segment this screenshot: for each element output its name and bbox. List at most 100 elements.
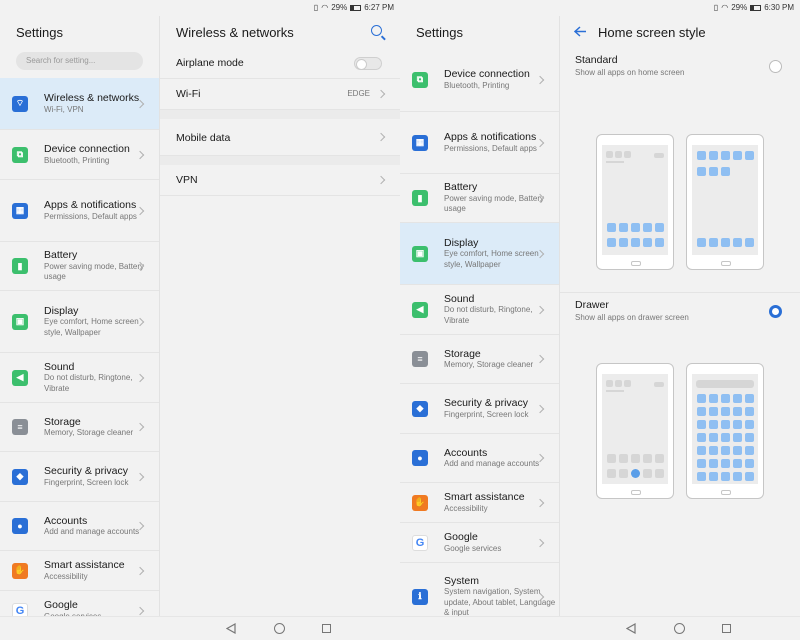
sidebar-item-wifi[interactable]: ⌔ Wireless & networks Wi-Fi, VPN <box>0 78 159 130</box>
search-input[interactable]: Search for setting... <box>16 52 143 70</box>
app-icon-placeholder <box>697 238 706 247</box>
left-screenshot: ▯ ◠ 29% 6:27 PM Settings Search for sett… <box>0 0 400 640</box>
sidebar-item-shield[interactable]: ◆ Security & privacy Fingerprint, Screen l… <box>0 452 159 502</box>
drawer-radio[interactable] <box>769 305 782 318</box>
app-icon-placeholder <box>697 420 706 429</box>
home-style-title: Home screen style <box>598 25 706 40</box>
status-bar: ▯ ◠ 29% 6:30 PM <box>400 0 800 16</box>
sidebar-item-accounts[interactable]: ● Accounts Add and manage accounts <box>400 434 559 483</box>
sidebar-item-label: Display <box>444 236 479 249</box>
search-icon[interactable] <box>371 25 382 36</box>
app-icon-placeholder <box>709 459 718 468</box>
sidebar-item-device-connection[interactable]: ⧉ Device connection Bluetooth, Printing <box>0 130 159 180</box>
drawer-title: Drawer <box>575 299 609 311</box>
sidebar-item-shield[interactable]: ◆ Security & privacy Fingerprint, Screen l… <box>400 384 559 434</box>
sidebar-item-google[interactable]: G Google Google services <box>0 591 159 616</box>
device-connection-icon: ⧉ <box>12 146 28 163</box>
sidebar-item-subtitle: Add and manage accounts <box>444 459 540 468</box>
sidebar-item-battery[interactable]: ▮ Battery Power saving mode, Battery usage <box>0 242 159 291</box>
app-icon-placeholder <box>745 472 754 481</box>
sidebar-item-display[interactable]: ▣ Display Eye comfort, Home screen style, … <box>400 223 559 285</box>
battery-status-icon <box>350 4 362 11</box>
widget-placeholder <box>624 151 631 158</box>
sound-icon: ◀ <box>412 301 428 318</box>
chevron-right-icon <box>376 89 386 99</box>
home-screen-style-pane: Home screen style Standard Show all apps… <box>560 16 800 616</box>
sidebar-item-apps[interactable]: ▦ Apps & notifications Permissions, Defaul… <box>0 180 159 242</box>
standard-radio[interactable] <box>769 60 782 73</box>
status-bar: ▯ ◠ 29% 6:27 PM <box>0 0 400 16</box>
app-icon-placeholder <box>721 151 730 160</box>
standard-subtitle: Show all apps on home screen <box>575 68 685 77</box>
app-icon-placeholder <box>697 459 706 468</box>
app-icon-placeholder <box>745 238 754 247</box>
app-icon-placeholder <box>631 223 640 232</box>
display-icon: ▣ <box>412 245 428 262</box>
sidebar-item-hand[interactable]: ✋ Smart assistance Accessibility <box>400 483 559 523</box>
app-icon-placeholder <box>733 394 742 403</box>
nav-back-icon[interactable] <box>226 623 236 634</box>
nav-recents-icon[interactable] <box>322 624 331 633</box>
wifi-label: Wi-Fi <box>176 88 201 100</box>
sidebar-item-sound[interactable]: ◀ Sound Do not disturb, Ringtone, Vibrate <box>0 353 159 403</box>
sidebar-item-storage[interactable]: ≡ Storage Memory, Storage cleaner <box>400 335 559 384</box>
sidebar-item-apps[interactable]: ▦ Apps & notifications Permissions, Defaul… <box>400 112 559 174</box>
sidebar-item-device-connection[interactable]: ⧉ Device connection Bluetooth, Printing <box>400 48 559 112</box>
sidebar-item-accounts[interactable]: ● Accounts Add and manage accounts <box>0 502 159 551</box>
sidebar-item-battery[interactable]: ▮ Battery Power saving mode, Battery usage <box>400 174 559 223</box>
widget-placeholder <box>655 469 664 478</box>
app-icon-placeholder <box>721 472 730 481</box>
settings-list: ⌔ Wireless & networks Wi-Fi, VPN ⧉ Device co… <box>0 78 159 616</box>
wifi-row[interactable]: Wi-Fi EDGE <box>160 79 400 110</box>
widget-placeholder <box>624 380 631 387</box>
nav-recents-icon[interactable] <box>722 624 731 633</box>
app-icon-placeholder <box>721 446 730 455</box>
back-arrow-icon[interactable] <box>574 26 587 37</box>
airplane-mode-row[interactable]: Airplane mode <box>160 48 400 79</box>
app-icon-placeholder <box>709 407 718 416</box>
sidebar-item-system[interactable]: ℹ System System navigation, System update,… <box>400 563 559 616</box>
app-icon-placeholder <box>619 223 628 232</box>
sidebar-item-label: Battery <box>44 249 78 262</box>
app-icon-placeholder <box>721 420 730 429</box>
standard-option[interactable]: Standard Show all apps on home screen <box>560 48 800 293</box>
sidebar-item-hand[interactable]: ✋ Smart assistance Accessibility <box>0 551 159 591</box>
right-screenshot: ▯ ◠ 29% 6:30 PM Settings ⧉ Device connect… <box>400 0 800 640</box>
widget-placeholder <box>619 469 628 478</box>
sidebar-item-sound[interactable]: ◀ Sound Do not disturb, Ringtone, Vibrate <box>400 285 559 335</box>
page-title: Settings <box>416 25 463 40</box>
app-icon-placeholder <box>745 151 754 160</box>
nav-home-icon[interactable] <box>274 623 285 634</box>
widget-placeholder <box>654 153 664 158</box>
app-icon-placeholder <box>709 420 718 429</box>
app-icon-placeholder <box>745 407 754 416</box>
display-icon: ▣ <box>12 313 28 330</box>
drawer-preview-drawer <box>686 363 764 499</box>
nav-back-icon[interactable] <box>626 623 636 634</box>
sidebar-item-text: System System navigation, System update, … <box>444 569 559 617</box>
sidebar-item-google[interactable]: G Google Google services <box>400 523 559 563</box>
app-icon-placeholder <box>697 407 706 416</box>
airplane-mode-toggle[interactable] <box>354 57 382 70</box>
sidebar-item-storage[interactable]: ≡ Storage Memory, Storage cleaner <box>0 403 159 452</box>
app-icon-placeholder <box>697 151 706 160</box>
widget-placeholder <box>615 380 622 387</box>
drawer-option[interactable]: Drawer Show all apps on drawer screen <box>560 293 800 533</box>
vpn-row[interactable]: VPN <box>160 165 400 196</box>
app-icon-placeholder <box>655 238 664 247</box>
app-icon-placeholder <box>643 238 652 247</box>
battery-icon: ▮ <box>412 190 428 206</box>
hand-icon: ✋ <box>412 494 428 511</box>
app-icon-placeholder <box>631 238 640 247</box>
google-icon: G <box>12 602 28 616</box>
nav-home-icon[interactable] <box>674 623 685 634</box>
sidebar-item-display[interactable]: ▣ Display Eye comfort, Home screen style, … <box>0 291 159 353</box>
app-icon-placeholder <box>697 394 706 403</box>
mobile-data-row[interactable]: Mobile data <box>160 119 400 156</box>
system-icon: ℹ <box>412 588 428 605</box>
app-icon-placeholder <box>733 151 742 160</box>
app-icon-placeholder <box>643 223 652 232</box>
app-icon-placeholder <box>733 446 742 455</box>
vibrate-icon: ▯ <box>313 3 319 12</box>
section-divider <box>160 156 400 165</box>
